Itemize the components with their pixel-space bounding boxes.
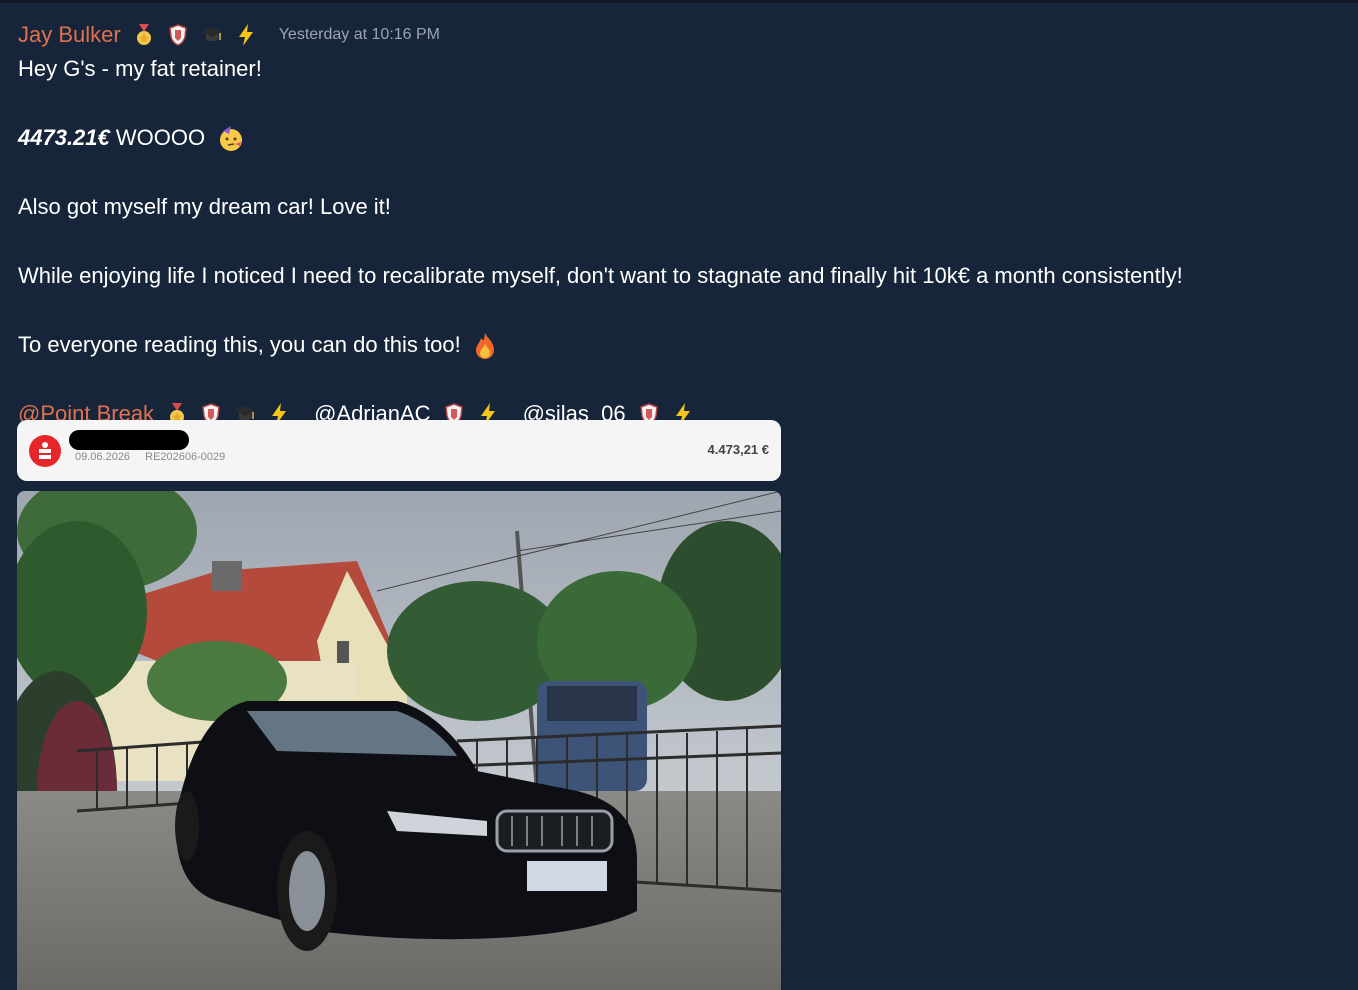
- car-photo-attachment[interactable]: [17, 491, 781, 990]
- amount-exclamation: WOOOO: [109, 125, 206, 150]
- fire-emoji-icon: [473, 332, 501, 360]
- party-face-emoji-icon: [217, 125, 245, 153]
- message-line: While enjoying life I noticed I need to …: [18, 263, 1183, 289]
- shield-icon: [165, 22, 191, 48]
- message-line: Also got myself my dream car! Love it!: [18, 194, 391, 220]
- message-line: To everyone reading this, you can do thi…: [18, 330, 1338, 360]
- invoice-amount: 4.473,21 €: [707, 442, 769, 457]
- top-divider: [0, 0, 1358, 3]
- message-header: Jay Bulker Yesterday at 10:16 PM: [18, 20, 1338, 50]
- invoice-attachment[interactable]: 09.06.2026 RE202606-0029 4.473,21 €: [17, 420, 781, 481]
- encouragement-text: To everyone reading this, you can do thi…: [18, 332, 461, 358]
- graduation-cap-icon: [199, 22, 225, 48]
- sparkasse-logo-icon: [29, 435, 61, 467]
- chat-message: Jay Bulker Yesterday at 10:16 PM Hey G's…: [18, 20, 1338, 429]
- message-line: Hey G's - my fat retainer!: [18, 56, 262, 81]
- invoice-date: 09.06.2026: [75, 451, 131, 463]
- message-amount-line: 4473.21€ WOOOO: [18, 123, 1338, 153]
- message-timestamp: Yesterday at 10:16 PM: [278, 26, 441, 43]
- author-name[interactable]: Jay Bulker: [18, 22, 121, 48]
- invoice-meta: 09.06.2026 RE202606-0029: [75, 451, 237, 463]
- retainer-amount: 4473.21€: [18, 125, 110, 150]
- redacted-name: [69, 430, 189, 450]
- invoice-reference: RE202606-0029: [145, 451, 226, 463]
- medal-icon: [131, 22, 157, 48]
- lightning-icon: [233, 22, 259, 48]
